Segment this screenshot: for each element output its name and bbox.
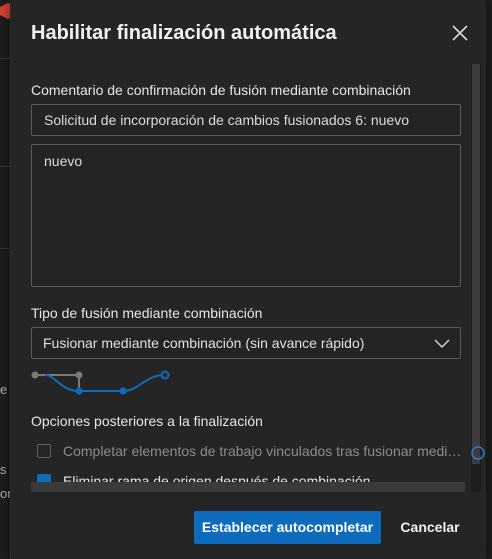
commit-message-label: Comentario de confirmación de fusión med… [31, 82, 411, 98]
close-icon[interactable] [449, 22, 471, 44]
delete-source-branch-label: Eliminar rama de origen después de combi… [63, 472, 371, 482]
commit-title-input[interactable]: Solicitud de incorporación de cambios fu… [31, 104, 461, 136]
clipped-option-container: Eliminar rama de origen después de combi… [11, 466, 471, 482]
commit-body-textarea[interactable]: nuevo [31, 144, 461, 287]
merge-graph-icon [31, 370, 170, 395]
auto-complete-dialog: Habilitar finalización automática Coment… [10, 0, 486, 559]
chevron-down-icon [434, 339, 450, 349]
post-completion-label: Opciones posteriores a la finalización [31, 413, 263, 429]
set-autocomplete-button[interactable]: Establecer autocompletar [194, 511, 381, 544]
scrollbar-thumb[interactable] [472, 64, 480, 464]
delete-source-branch-checkbox[interactable] [37, 473, 51, 482]
merge-type-dropdown[interactable]: Fusionar mediante combinación (sin avanc… [31, 327, 461, 359]
dialog-title: Habilitar finalización automática [31, 22, 337, 44]
complete-work-items-option[interactable]: Completar elementos de trabajo vinculado… [37, 442, 461, 462]
info-icon[interactable] [471, 446, 485, 460]
horizontal-scrollbar[interactable] [31, 482, 465, 492]
merge-type-label: Tipo de fusión mediante combinación [31, 305, 263, 321]
complete-work-items-checkbox[interactable] [37, 443, 51, 458]
delete-source-branch-option[interactable]: Eliminar rama de origen después de combi… [37, 472, 370, 482]
cancel-button[interactable]: Cancelar [389, 511, 471, 544]
complete-work-items-label: Completar elementos de trabajo vinculado… [63, 442, 462, 459]
merge-type-value: Fusionar mediante combinación (sin avanc… [43, 335, 365, 351]
